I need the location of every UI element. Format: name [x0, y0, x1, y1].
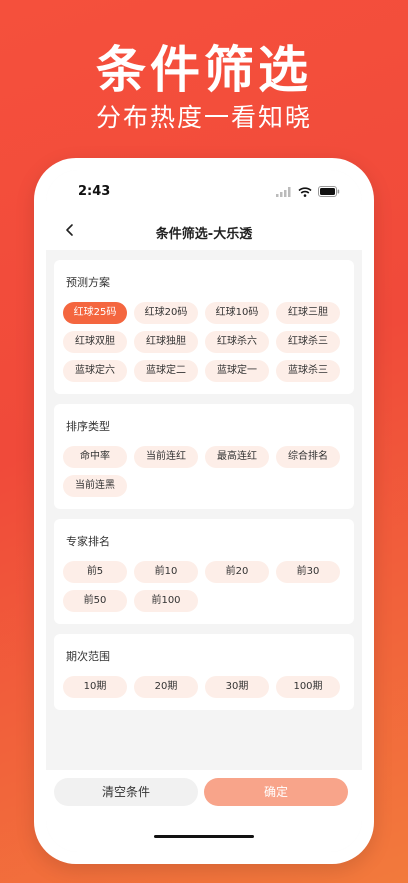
option-chip[interactable]: 红球杀三 [276, 331, 340, 353]
option-chip[interactable]: 红球独胆 [134, 331, 198, 353]
confirm-button[interactable]: 确定 [204, 778, 348, 806]
option-chip[interactable]: 红球杀六 [205, 331, 269, 353]
option-group: 前5 前10 前20 前30 前50 前100 [63, 561, 345, 612]
wifi-icon [298, 186, 312, 197]
section-period-range: 期次范围 10期 20期 30期 100期 [54, 634, 354, 710]
clear-conditions-button[interactable]: 清空条件 [54, 778, 198, 806]
bottom-action-bar: 清空条件 确定 [46, 770, 362, 852]
option-chip[interactable]: 红球双胆 [63, 331, 127, 353]
option-chip[interactable]: 红球10码 [205, 302, 269, 324]
section-sort-type: 排序类型 命中率 当前连红 最高连红 综合排名 当前连黑 [54, 404, 354, 509]
option-chip[interactable]: 红球20码 [134, 302, 198, 324]
option-chip[interactable]: 前10 [134, 561, 198, 583]
phone-frame: 2:43 条件筛选-大乐透 预测方案 红球25码 红球20码 红球10码 红球三… [34, 158, 374, 864]
promo-subtitle: 分布热度一看知晓 [95, 103, 312, 132]
promo-title: 条件筛选 [96, 41, 312, 99]
option-chip[interactable]: 蓝球定六 [63, 360, 127, 382]
option-chip[interactable]: 当前连黑 [63, 475, 127, 497]
option-group: 10期 20期 30期 100期 [63, 676, 345, 698]
option-chip[interactable]: 红球三胆 [276, 302, 340, 324]
option-chip-selected[interactable]: 红球25码 [63, 302, 127, 324]
nav-bar: 条件筛选-大乐透 [46, 210, 362, 250]
option-chip[interactable]: 10期 [63, 676, 127, 698]
section-prediction-plan: 预测方案 红球25码 红球20码 红球10码 红球三胆 红球双胆 红球独胆 红球… [54, 260, 354, 394]
filter-content: 预测方案 红球25码 红球20码 红球10码 红球三胆 红球双胆 红球独胆 红球… [54, 260, 354, 720]
option-chip[interactable]: 蓝球杀三 [276, 360, 340, 382]
page-title: 条件筛选-大乐透 [155, 227, 253, 242]
option-chip[interactable]: 最高连红 [205, 446, 269, 468]
option-chip[interactable]: 30期 [205, 676, 269, 698]
option-chip[interactable]: 前100 [134, 590, 198, 612]
option-chip[interactable]: 蓝球定一 [205, 360, 269, 382]
option-chip[interactable]: 前5 [63, 561, 127, 583]
option-group: 命中率 当前连红 最高连红 综合排名 当前连黑 [63, 446, 345, 497]
battery-icon [318, 186, 340, 197]
option-chip[interactable]: 当前连红 [134, 446, 198, 468]
signal-icon [276, 186, 291, 197]
option-chip[interactable]: 蓝球定二 [134, 360, 198, 382]
option-chip[interactable]: 前30 [276, 561, 340, 583]
option-chip[interactable]: 前20 [205, 561, 269, 583]
option-group: 红球25码 红球20码 红球10码 红球三胆 红球双胆 红球独胆 红球杀六 红球… [63, 302, 345, 382]
option-chip[interactable]: 20期 [134, 676, 198, 698]
home-indicator [154, 835, 254, 838]
option-chip[interactable]: 前50 [63, 590, 127, 612]
section-title: 期次范围 [66, 650, 110, 663]
app-screen: 2:43 条件筛选-大乐透 预测方案 红球25码 红球20码 红球10码 红球三… [46, 170, 362, 852]
status-time: 2:43 [78, 184, 111, 199]
status-bar: 2:43 [46, 170, 362, 210]
section-title: 专家排名 [66, 535, 110, 548]
option-chip[interactable]: 命中率 [63, 446, 127, 468]
status-icons [276, 186, 340, 197]
option-chip[interactable]: 100期 [276, 676, 340, 698]
section-title: 排序类型 [66, 420, 110, 433]
option-chip[interactable]: 综合排名 [276, 446, 340, 468]
section-title: 预测方案 [66, 276, 110, 289]
section-expert-rank: 专家排名 前5 前10 前20 前30 前50 前100 [54, 519, 354, 624]
